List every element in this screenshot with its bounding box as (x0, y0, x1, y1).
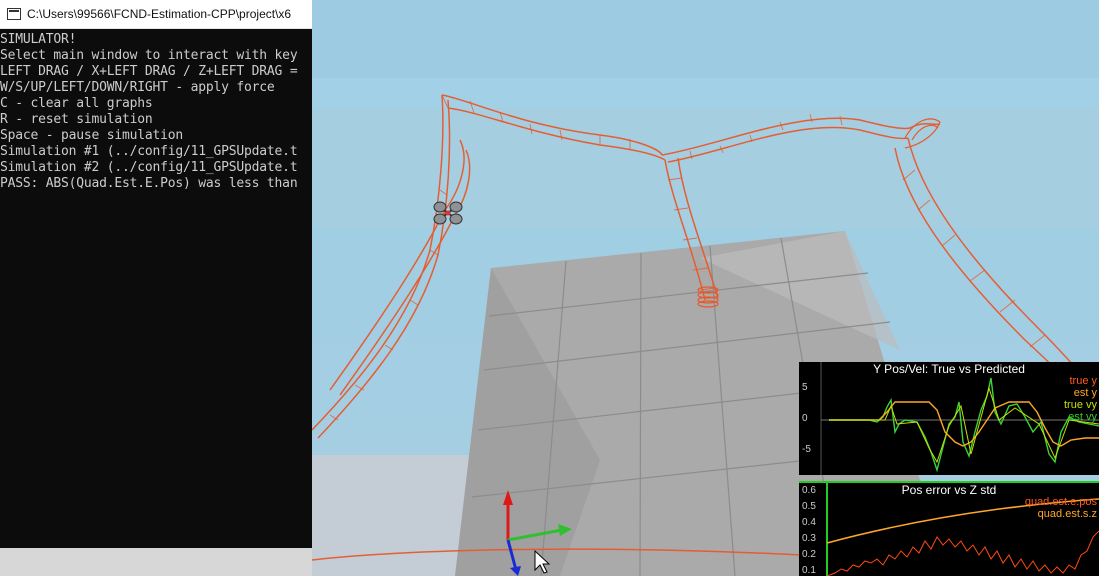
graph-title: Pos error vs Z std (901, 483, 997, 497)
y-tick: -5 (802, 444, 811, 455)
console-line: Space - pause simulation (0, 128, 184, 143)
series-est-y (829, 401, 1099, 447)
console-line: Select main window to interact with key (0, 48, 298, 63)
y-tick: 0.2 (802, 549, 816, 560)
legend-true-vy: true vy (1063, 399, 1097, 411)
console-line: PASS: ABS(Quad.Est.E.Pos) was less than (0, 176, 298, 191)
console-line: W/S/UP/LEFT/DOWN/RIGHT - apply force (0, 80, 275, 95)
legend-quad-est-s-z: quad.est.s.z (1037, 508, 1097, 520)
y-tick: 0.6 (802, 485, 816, 496)
y-tick: 0.1 (802, 565, 816, 576)
graph-pos-error-z-std[interactable]: Pos error vs Z std quad.est.e.pos quad.e… (799, 481, 1099, 576)
console-line: Simulation #1 (../config/11_GPSUpdate.t (0, 144, 298, 159)
graph-legend: true y est y true vy est vy (1064, 375, 1097, 423)
graph-y-pos-vel-plot (820, 362, 1099, 475)
y-tick: 0 (802, 413, 808, 424)
y-tick: 0.4 (802, 517, 816, 528)
console-app-icon (7, 8, 21, 20)
console-line: SIMULATOR! (0, 32, 77, 47)
series-true-vy (829, 377, 1099, 473)
console-titlebar[interactable]: C:\Users\99566\FCND-Estimation-CPP\proje… (0, 0, 312, 29)
graph-y-pos-vel[interactable]: Y Pos/Vel: True vs Predicted true y est … (799, 362, 1099, 475)
graph-legend: quad.est.e.pos quad.est.s.z (1025, 496, 1097, 520)
legend-true-y: true y (1069, 375, 1097, 387)
graph-title: Y Pos/Vel: True vs Predicted (873, 362, 1025, 376)
series-true-vy-lime (829, 386, 1099, 464)
y-tick: 0.5 (802, 501, 816, 512)
console-window[interactable]: C:\Users\99566\FCND-Estimation-CPP\proje… (0, 0, 312, 576)
console-line: C - clear all graphs (0, 96, 153, 111)
console-line: R - reset simulation (0, 112, 153, 127)
console-title: C:\Users\99566\FCND-Estimation-CPP\proje… (27, 7, 292, 21)
legend-quad-est-e-pos: quad.est.e.pos (1024, 496, 1097, 508)
series-quad-est-e-pos (826, 530, 1099, 576)
y-tick: 5 (802, 382, 808, 393)
legend-est-vy: est vy (1068, 411, 1097, 423)
legend-est-y: est y (1073, 387, 1097, 399)
console-line: Simulation #2 (../config/11_GPSUpdate.t (0, 160, 298, 175)
y-tick: 0.3 (802, 533, 816, 544)
taskbar-strip (0, 548, 312, 576)
console-output: SIMULATOR! Select main window to interac… (0, 29, 312, 192)
sky-band-lower (312, 108, 1099, 228)
sky-band-top (312, 0, 1099, 78)
console-line: LEFT DRAG / X+LEFT DRAG / Z+LEFT DRAG = (0, 64, 298, 79)
sky-band-mid (312, 78, 1099, 108)
